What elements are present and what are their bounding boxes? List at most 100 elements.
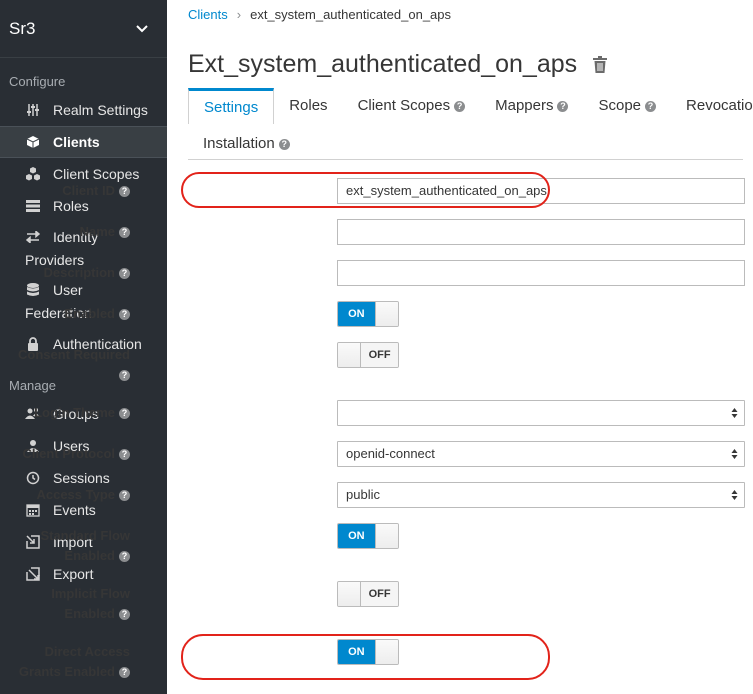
label-text: Enabled — [64, 306, 115, 321]
help-icon: ? — [119, 408, 130, 420]
page-title: Ext_system_authenticated_on_aps — [188, 50, 608, 79]
tab-divider — [188, 159, 743, 160]
description-label: Description? — [0, 263, 130, 283]
access-type-label: Access Type? — [0, 485, 130, 505]
implicit-flow-label: Implicit Flow Enabled? — [0, 584, 130, 624]
toggle-off-text: OFF — [361, 343, 398, 367]
consent-required-toggle[interactable]: OFF — [337, 342, 399, 368]
sidebar-item-realm-settings[interactable]: Realm Settings — [0, 94, 167, 126]
direct-access-label: Direct Access Grants Enabled? — [0, 642, 130, 682]
select-arrows-icon — [731, 490, 738, 500]
login-theme-select[interactable] — [337, 400, 745, 426]
toggle-off-text: OFF — [361, 582, 398, 606]
tab-revocation[interactable]: Revocation — [671, 88, 753, 124]
enabled-label: Enabled? — [0, 304, 130, 324]
help-icon: ? — [119, 449, 130, 461]
help-icon: ? — [278, 138, 290, 150]
sidebar-item-label: Client Scopes — [53, 166, 140, 182]
client-id-highlight — [181, 172, 550, 208]
configure-section-label: Configure — [9, 74, 66, 89]
label-text: Access Type — [36, 487, 115, 502]
tab-label: Scope — [598, 97, 642, 114]
breadcrumb: Clients › ext_system_authenticated_on_ap… — [188, 7, 451, 22]
help-icon: ? — [454, 100, 466, 112]
tab-label: Revocation — [686, 97, 753, 114]
toggle-on-text: ON — [338, 524, 375, 548]
select-arrows-icon — [731, 408, 738, 418]
tab-label: Mappers — [495, 97, 554, 114]
description-input[interactable] — [337, 260, 745, 286]
sidebar-item-label: Export — [53, 566, 94, 582]
help-icon: ? — [119, 186, 130, 198]
name-input[interactable] — [337, 219, 745, 245]
toggle-on-text: ON — [338, 302, 375, 326]
export-icon — [25, 566, 41, 582]
label-text-line2: Grants Enabled — [18, 664, 115, 679]
breadcrumb-clients-link[interactable]: Clients — [188, 7, 228, 22]
sidebar-item-label: User — [53, 282, 83, 298]
help-icon: ? — [119, 551, 130, 563]
sliders-icon — [25, 102, 41, 118]
help-icon: ? — [119, 609, 130, 621]
realm-selector[interactable]: Sr3 — [0, 0, 167, 58]
tab-roles[interactable]: Roles — [274, 88, 342, 124]
sidebar-item-clients[interactable]: Clients — [0, 126, 167, 158]
help-icon: ? — [119, 370, 130, 382]
tab-label: Roles — [289, 97, 328, 114]
sidebar-item-label: Clients — [53, 134, 100, 150]
help-icon: ? — [119, 227, 130, 239]
tab-label: Installation — [203, 135, 275, 152]
help-icon: ? — [557, 100, 569, 112]
breadcrumb-separator: › — [236, 7, 242, 22]
select-arrows-icon — [731, 449, 738, 459]
toggle-knob — [374, 524, 398, 548]
tab-label: Client Scopes — [357, 97, 451, 114]
sidebar-item-label: Sessions — [53, 470, 110, 486]
tab-client-scopes[interactable]: Client Scopes? — [343, 88, 481, 124]
help-icon: ? — [119, 490, 130, 502]
enabled-toggle[interactable]: ON — [337, 301, 399, 327]
trash-icon[interactable] — [593, 56, 608, 73]
standard-flow-label: Standard Flow Enabled? — [0, 526, 130, 566]
label-text: Implicit Flow — [51, 586, 130, 601]
tab-settings[interactable]: Settings — [188, 88, 275, 124]
tab-mappers[interactable]: Mappers? — [480, 88, 583, 124]
client-protocol-select[interactable]: openid-connect — [337, 441, 745, 467]
select-value: openid-connect — [346, 446, 435, 461]
implicit-flow-toggle[interactable]: OFF — [337, 581, 399, 607]
label-text: Standard Flow — [40, 528, 130, 543]
label-text-line2: Enabled — [64, 548, 115, 563]
page-title-text: Ext_system_authenticated_on_aps — [188, 50, 578, 78]
tab-scope[interactable]: Scope? — [583, 88, 671, 124]
tab-bar: Settings Roles Client Scopes? Mappers? S… — [188, 88, 753, 124]
main-content: Clients › ext_system_authenticated_on_ap… — [18, 0, 753, 694]
help-icon: ? — [119, 667, 130, 679]
database-icon — [25, 282, 41, 298]
chevron-down-icon — [136, 24, 148, 32]
toggle-knob — [338, 582, 362, 606]
tab-bar-row2: Installation? — [188, 126, 305, 162]
label-text: Description — [43, 265, 115, 280]
realm-name: Sr3 — [9, 18, 36, 38]
client-protocol-label: Client Protocol? — [0, 444, 130, 464]
breadcrumb-current: ext_system_authenticated_on_aps — [250, 7, 452, 22]
tab-installation[interactable]: Installation? — [188, 126, 305, 162]
client-id-label: Client ID? — [0, 181, 130, 201]
name-label: Name? — [0, 222, 130, 242]
label-text-line2: Enabled — [64, 606, 115, 621]
login-theme-label: Login Theme? — [0, 403, 130, 423]
label-text: Name — [79, 224, 115, 239]
cube-icon — [25, 134, 41, 150]
label-text: Client Protocol — [22, 446, 115, 461]
sidebar-item-label: Realm Settings — [53, 102, 148, 118]
label-text: Login Theme — [34, 405, 115, 420]
access-type-select[interactable]: public — [337, 482, 745, 508]
help-icon: ? — [119, 268, 130, 280]
select-value: public — [346, 487, 380, 502]
help-icon: ? — [119, 309, 130, 321]
standard-flow-toggle[interactable]: ON — [337, 523, 399, 549]
cubes-icon — [25, 166, 41, 182]
direct-access-highlight — [181, 634, 550, 680]
clock-icon — [25, 470, 41, 486]
help-icon: ? — [645, 100, 657, 112]
